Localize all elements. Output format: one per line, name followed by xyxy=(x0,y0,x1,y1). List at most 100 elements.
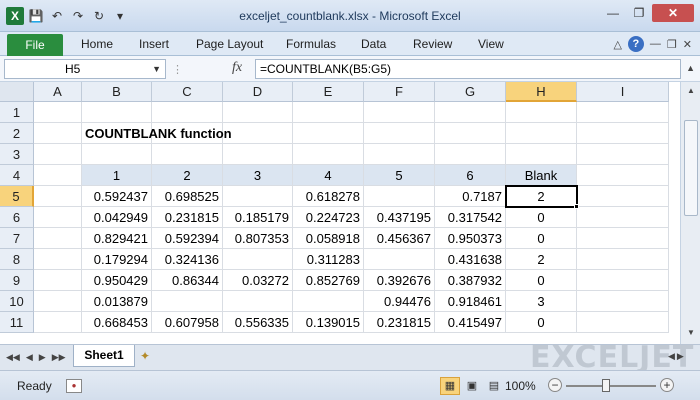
name-box-dropdown-icon[interactable]: ▼ xyxy=(152,60,161,78)
zoom-in-icon[interactable]: + xyxy=(660,378,674,392)
table-cell[interactable]: 0.139015 xyxy=(293,312,364,333)
table-cell[interactable]: 0.950429 xyxy=(82,270,152,291)
row-header-10[interactable]: 10 xyxy=(0,291,34,312)
cell[interactable] xyxy=(223,144,293,165)
table-cell[interactable] xyxy=(223,291,293,312)
zoom-slider-track[interactable] xyxy=(566,385,656,387)
cell[interactable] xyxy=(34,144,82,165)
fill-handle[interactable] xyxy=(574,204,579,209)
cell[interactable] xyxy=(577,312,669,333)
cell[interactable] xyxy=(577,186,669,207)
table-cell[interactable]: 0.592394 xyxy=(152,228,223,249)
cell[interactable] xyxy=(34,270,82,291)
cell[interactable] xyxy=(34,186,82,207)
prev-sheet-icon[interactable]: ◀ xyxy=(26,352,33,363)
cell[interactable] xyxy=(435,144,506,165)
row-header-11[interactable]: 11 xyxy=(0,312,34,333)
cell[interactable] xyxy=(34,102,82,123)
table-cell[interactable]: 0.224723 xyxy=(293,207,364,228)
blank-count-cell[interactable]: 0 xyxy=(506,207,577,228)
cell[interactable] xyxy=(364,144,435,165)
table-cell[interactable]: 0.231815 xyxy=(364,312,435,333)
column-header-i[interactable]: I xyxy=(577,82,669,102)
table-cell[interactable] xyxy=(293,291,364,312)
table-cell[interactable]: 0.607958 xyxy=(152,312,223,333)
column-header-g[interactable]: G xyxy=(435,82,506,102)
restore-icon[interactable]: ❐ xyxy=(626,4,652,22)
table-cell[interactable]: 0.556335 xyxy=(223,312,293,333)
insert-sheet-icon[interactable]: ✦ xyxy=(140,349,156,363)
row-header-5[interactable]: 5 xyxy=(0,186,34,207)
cell[interactable] xyxy=(82,144,152,165)
table-cell[interactable]: 0.058918 xyxy=(293,228,364,249)
table-cell[interactable]: 0.94476 xyxy=(364,291,435,312)
table-cell[interactable]: 0.311283 xyxy=(293,249,364,270)
scroll-right-icon[interactable]: ▶ xyxy=(677,351,684,365)
table-cell[interactable]: 0.431638 xyxy=(435,249,506,270)
table-cell[interactable]: 0.324136 xyxy=(152,249,223,270)
workbook-restore-icon[interactable]: ❐ xyxy=(667,38,677,51)
table-cell[interactable]: 0.456367 xyxy=(364,228,435,249)
cell[interactable] xyxy=(577,270,669,291)
row-header-7[interactable]: 7 xyxy=(0,228,34,249)
cell[interactable] xyxy=(577,102,669,123)
row-header-6[interactable]: 6 xyxy=(0,207,34,228)
minimize-icon[interactable]: — xyxy=(600,4,626,22)
name-box[interactable]: H5 ▼ xyxy=(4,59,166,79)
cell[interactable] xyxy=(435,102,506,123)
cell[interactable] xyxy=(34,291,82,312)
tab-page-layout[interactable]: Page Layout xyxy=(196,37,263,51)
row-header-4[interactable]: 4 xyxy=(0,165,34,186)
cell[interactable] xyxy=(34,123,82,144)
next-sheet-icon[interactable]: ▶ xyxy=(39,352,46,363)
table-cell[interactable]: 0.179294 xyxy=(82,249,152,270)
tab-review[interactable]: Review xyxy=(413,37,452,51)
table-cell[interactable]: 0.03272 xyxy=(223,270,293,291)
workbook-minimize-icon[interactable]: — xyxy=(650,38,661,50)
table-cell[interactable]: 0.698525 xyxy=(152,186,223,207)
table-header-cell[interactable]: 3 xyxy=(223,165,293,186)
cell[interactable] xyxy=(293,144,364,165)
tab-home[interactable]: Home xyxy=(81,37,113,51)
table-cell[interactable]: 0.415497 xyxy=(435,312,506,333)
page-break-view-icon[interactable]: ▤ xyxy=(484,377,504,395)
cell[interactable] xyxy=(34,249,82,270)
cell[interactable] xyxy=(34,207,82,228)
cell[interactable] xyxy=(152,144,223,165)
table-header-cell[interactable]: 5 xyxy=(364,165,435,186)
scroll-up-icon[interactable]: ▲ xyxy=(684,84,698,98)
table-cell[interactable] xyxy=(364,249,435,270)
table-header-cell[interactable]: Blank xyxy=(506,165,577,186)
table-header-cell[interactable]: 2 xyxy=(152,165,223,186)
scroll-left-icon[interactable]: ◀ xyxy=(668,351,675,365)
row-header-8[interactable]: 8 xyxy=(0,249,34,270)
table-cell[interactable]: 0.7187 xyxy=(435,186,506,207)
scroll-down-icon[interactable]: ▼ xyxy=(684,326,698,340)
cell[interactable] xyxy=(364,102,435,123)
tab-view[interactable]: View xyxy=(478,37,504,51)
cell[interactable] xyxy=(293,123,364,144)
cell[interactable] xyxy=(364,123,435,144)
blank-count-cell[interactable]: 3 xyxy=(506,291,577,312)
blank-count-cell[interactable]: 0 xyxy=(506,228,577,249)
expand-formula-bar-icon[interactable]: ▲ xyxy=(686,63,695,73)
cell[interactable] xyxy=(577,291,669,312)
cell[interactable] xyxy=(34,165,82,186)
first-sheet-icon[interactable]: ◀◀ xyxy=(6,352,20,363)
cell[interactable] xyxy=(152,102,223,123)
zoom-level[interactable]: 100% xyxy=(505,379,536,393)
cell[interactable] xyxy=(223,102,293,123)
blank-count-cell[interactable]: 0 xyxy=(506,270,577,291)
cell[interactable] xyxy=(293,102,364,123)
table-cell[interactable]: 0.437195 xyxy=(364,207,435,228)
row-header-2[interactable]: 2 xyxy=(0,123,34,144)
row-header-1[interactable]: 1 xyxy=(0,102,34,123)
blank-count-cell[interactable]: 2 xyxy=(506,249,577,270)
last-sheet-icon[interactable]: ▶▶ xyxy=(52,352,66,363)
vertical-scrollbar[interactable]: ▲ ▼ xyxy=(680,82,700,344)
cell[interactable] xyxy=(506,144,577,165)
cell[interactable] xyxy=(34,312,82,333)
insert-function-icon[interactable]: fx xyxy=(232,60,242,76)
cell[interactable] xyxy=(435,123,506,144)
column-header-f[interactable]: F xyxy=(364,82,435,102)
